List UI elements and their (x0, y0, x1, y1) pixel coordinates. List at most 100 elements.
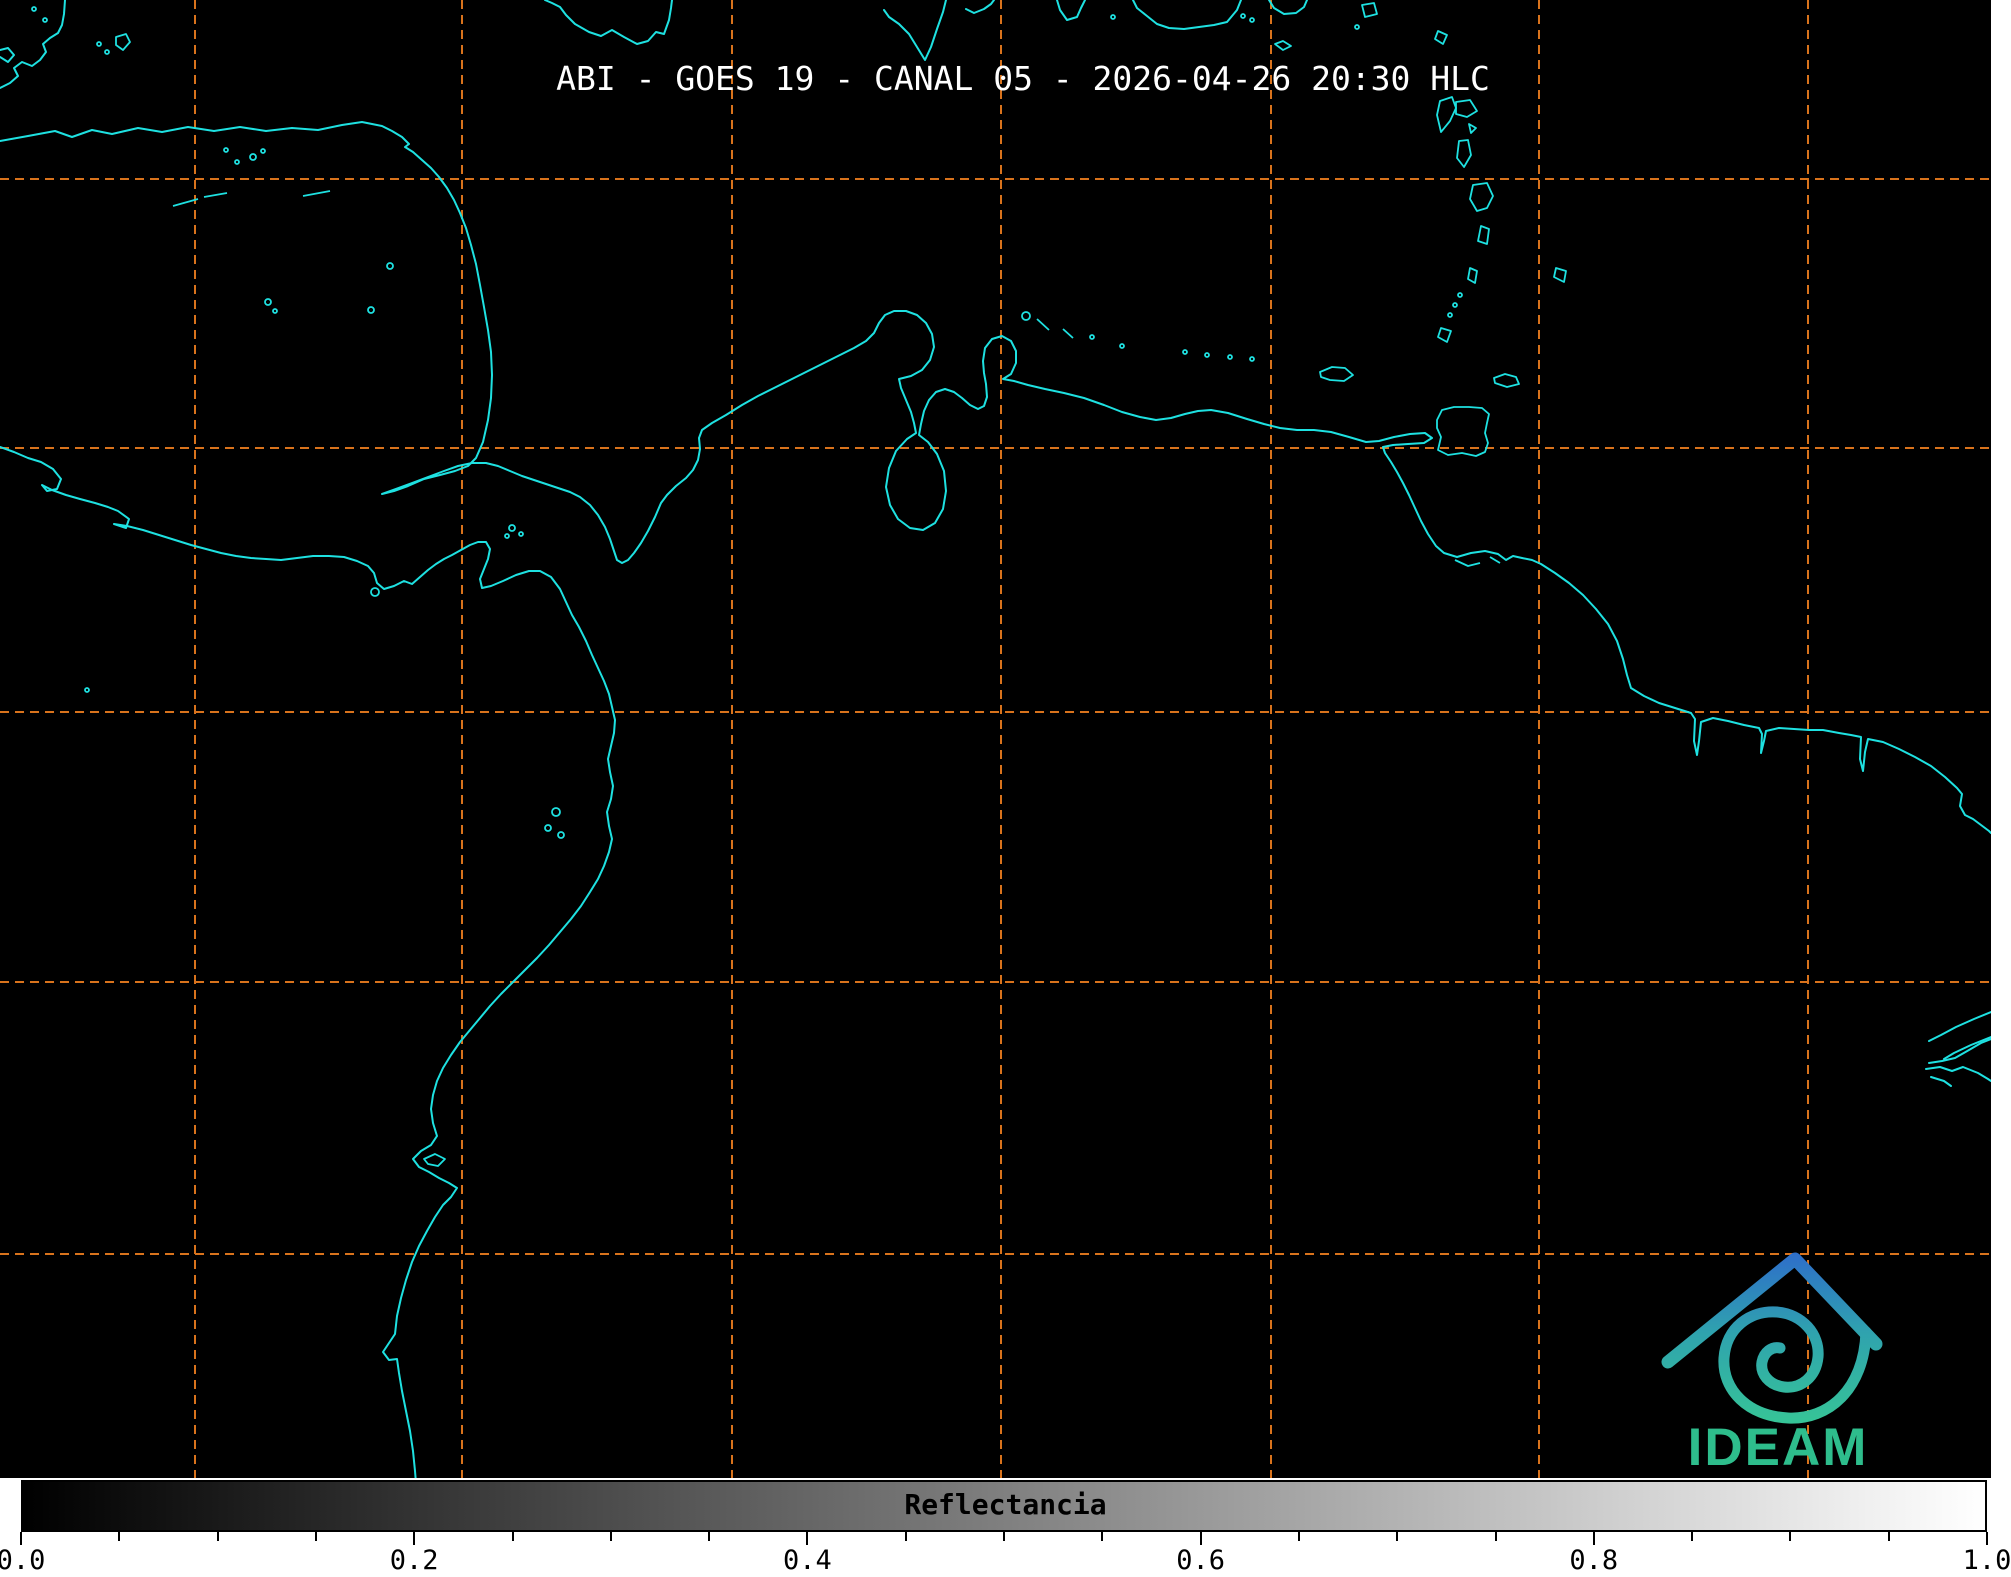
colorbar-major-tick (1986, 1532, 1988, 1545)
colorbar-minor-tick (1297, 1532, 1300, 1541)
colorbar-minor-tick (904, 1532, 907, 1541)
small-island (518, 531, 524, 537)
coastline (1928, 1011, 1991, 1042)
colorbar-minor-tick (1396, 1532, 1399, 1541)
small-island (1249, 17, 1255, 23)
logo-swirl-icon (1718, 1306, 1872, 1424)
small-island (1452, 302, 1458, 308)
island-outline (1036, 318, 1050, 331)
small-island (386, 262, 394, 270)
island-outline (302, 190, 331, 197)
colorbar-major-tick (20, 1532, 22, 1545)
small-island (504, 533, 510, 539)
colorbar-tick-label: 0.0 (0, 1545, 46, 1576)
colorbar-major-tick (1592, 1532, 1595, 1545)
coastline-layer (0, 0, 1991, 1478)
island-outline (1274, 40, 1292, 51)
island-outline (1553, 267, 1567, 283)
coastline (1268, 0, 1308, 15)
island-outline (1454, 559, 1481, 567)
small-island (367, 306, 375, 314)
island-outline (1434, 30, 1448, 45)
colorbar-minor-tick (1887, 1532, 1890, 1541)
island-outline (1319, 366, 1354, 382)
colorbar-major-tick (806, 1532, 809, 1545)
small-island (1354, 24, 1360, 30)
colorbar-minor-tick (118, 1532, 121, 1541)
colorbar-tick-label: 0.2 (389, 1545, 439, 1576)
latlon-gridline-layer (0, 0, 1991, 1478)
small-island (1089, 334, 1095, 340)
colorbar-minor-tick (1494, 1532, 1497, 1541)
coastline (1132, 0, 1242, 30)
small-island (84, 687, 90, 693)
map-canvas: IDEAM (0, 0, 1991, 1478)
colorbar-minor-tick (609, 1532, 612, 1541)
island-outline (115, 33, 131, 51)
small-island (1119, 343, 1125, 349)
coastline (965, 0, 995, 14)
colorbar-minor-tick (1003, 1532, 1005, 1541)
small-island (370, 587, 380, 597)
colorbar-minor-tick (314, 1532, 317, 1541)
colorbar-tick-label: 0.6 (1176, 1545, 1225, 1576)
colorbar-tick-label: 0.4 (783, 1545, 832, 1576)
island-outline (1469, 182, 1494, 212)
coastline (0, 446, 616, 1478)
small-island (272, 308, 278, 314)
island-outline (1062, 328, 1074, 339)
coastline (883, 0, 947, 61)
island-outline (1467, 267, 1478, 284)
coastline (1056, 0, 1086, 21)
colorbar-major-tick (413, 1532, 416, 1545)
colorbar-minor-tick (1101, 1532, 1104, 1541)
coastline (0, 47, 15, 63)
island-outline (1493, 373, 1520, 388)
small-island (1182, 349, 1188, 355)
small-island (1021, 311, 1031, 321)
island-outline (1477, 225, 1490, 245)
small-island (551, 807, 561, 817)
colorbar-minor-tick (216, 1532, 219, 1541)
satellite-map: IDEAM ABI - GOES 19 - CANAL 05 - 2026-04… (0, 0, 1991, 1478)
logo-text: IDEAM (1688, 1418, 1869, 1477)
colorbar-minor-tick (1691, 1532, 1694, 1541)
island-outline (1361, 2, 1378, 18)
ideam-logo: IDEAM (1661, 1252, 1883, 1477)
colorbar-minor-tick (708, 1532, 711, 1541)
small-island (31, 6, 37, 12)
island-outline (423, 1153, 446, 1167)
small-island (1110, 14, 1116, 20)
small-island (104, 49, 110, 55)
island-outline (1436, 96, 1457, 133)
coastline (0, 0, 66, 89)
small-island (249, 153, 257, 161)
colorbar-major-tick (1199, 1532, 1202, 1545)
colorbar-track (21, 1480, 1987, 1532)
colorbar-tick-label: 1.0 (1962, 1545, 2011, 1576)
small-island (260, 148, 266, 154)
colorbar-minor-tick (511, 1532, 514, 1541)
small-island (1204, 352, 1210, 358)
island-outline (203, 192, 228, 198)
small-island (544, 824, 552, 832)
islands-layer (31, 2, 1567, 1167)
small-island (557, 831, 565, 839)
island-outline (1437, 327, 1452, 343)
small-island (1249, 356, 1255, 362)
image-title: ABI - GOES 19 - CANAL 05 - 2026-04-26 20… (556, 59, 1490, 98)
island-outline (1456, 139, 1472, 168)
small-island (508, 524, 516, 532)
small-island (1240, 13, 1246, 19)
small-island (234, 159, 240, 165)
colorbar-minor-tick (1789, 1532, 1792, 1541)
coastline (0, 121, 1991, 834)
small-island (96, 41, 102, 47)
small-island (223, 147, 229, 153)
small-island (264, 298, 272, 306)
island-outline (1468, 123, 1477, 134)
small-island (1227, 354, 1233, 360)
coastline (544, 0, 673, 45)
colorbar-tick-label: 0.8 (1569, 1545, 1619, 1576)
coastline (1943, 1036, 1991, 1060)
